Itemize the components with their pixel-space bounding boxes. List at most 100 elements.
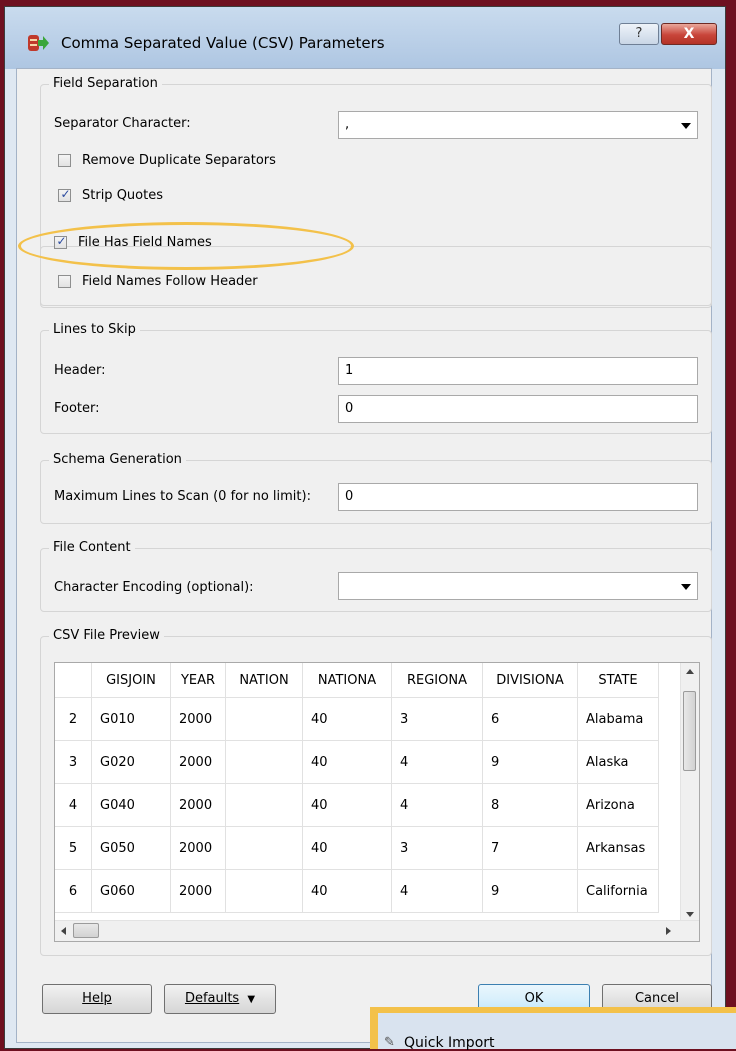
- close-icon: X: [683, 26, 695, 42]
- table-row[interactable]: 4 G040 2000 40 4 8 Arizona: [55, 783, 659, 827]
- checkbox-box[interactable]: [58, 154, 71, 167]
- table-cell[interactable]: 7: [482, 826, 578, 870]
- table-cell[interactable]: 9: [482, 869, 578, 913]
- column-header[interactable]: YEAR: [170, 663, 226, 698]
- header-skip-input[interactable]: 1: [338, 357, 698, 385]
- cancel-button-label: Cancel: [634, 991, 680, 1006]
- row-number: 3: [55, 740, 92, 784]
- separator-select[interactable]: ,: [338, 111, 698, 139]
- help-button-label: Help: [82, 991, 112, 1006]
- scroll-right-arrow-icon[interactable]: [666, 927, 671, 935]
- table-cell[interactable]: [225, 869, 303, 913]
- table-cell[interactable]: Arkansas: [577, 826, 659, 870]
- column-header[interactable]: REGIONA: [391, 663, 483, 698]
- max-lines-value: 0: [345, 489, 354, 504]
- max-lines-label: Maximum Lines to Scan (0 for no limit):: [54, 489, 311, 504]
- table-cell[interactable]: 8: [482, 783, 578, 827]
- row-number: 6: [55, 869, 92, 913]
- header-label: Header:: [54, 363, 106, 378]
- encoding-label: Character Encoding (optional):: [54, 580, 254, 595]
- row-number: 5: [55, 826, 92, 870]
- defaults-button[interactable]: Defaults ▼: [164, 984, 276, 1014]
- table-cell[interactable]: [225, 697, 303, 741]
- quick-import-window[interactable]: ✎ Quick Import: [378, 1013, 736, 1051]
- max-lines-input[interactable]: 0: [338, 483, 698, 511]
- csv-reader-icon: [28, 35, 49, 51]
- help-button[interactable]: Help: [42, 984, 152, 1014]
- table-cell[interactable]: 2000: [170, 869, 226, 913]
- table-cell[interactable]: G020: [91, 740, 171, 784]
- close-button[interactable]: X: [661, 23, 717, 45]
- table-cell[interactable]: Alaska: [577, 740, 659, 784]
- table-cell[interactable]: 4: [391, 783, 483, 827]
- scroll-down-arrow-icon[interactable]: [686, 912, 694, 917]
- footer-label: Footer:: [54, 401, 100, 416]
- table-cell[interactable]: G040: [91, 783, 171, 827]
- vertical-scrollbar[interactable]: [680, 663, 699, 923]
- table-cell[interactable]: [225, 783, 303, 827]
- table-cell[interactable]: 40: [302, 740, 392, 784]
- title-bar[interactable]: Comma Separated Value (CSV) Parameters ?…: [5, 7, 725, 69]
- separator-value: ,: [345, 117, 350, 132]
- table-cell[interactable]: G010: [91, 697, 171, 741]
- table-cell[interactable]: [225, 740, 303, 784]
- table-cell[interactable]: [225, 826, 303, 870]
- table-cell[interactable]: Arizona: [577, 783, 659, 827]
- ok-button-label: OK: [524, 991, 544, 1006]
- table-cell[interactable]: 40: [302, 783, 392, 827]
- scroll-up-arrow-icon[interactable]: [686, 669, 694, 674]
- vertical-scroll-thumb[interactable]: [683, 691, 696, 771]
- context-help-button[interactable]: ?: [619, 23, 659, 45]
- table-row[interactable]: 2 G010 2000 40 3 6 Alabama: [55, 697, 659, 741]
- table-row[interactable]: 6 G060 2000 40 4 9 California: [55, 869, 659, 913]
- table-cell[interactable]: Alabama: [577, 697, 659, 741]
- csv-preview-legend: CSV File Preview: [49, 628, 164, 643]
- table-cell[interactable]: 40: [302, 869, 392, 913]
- table-cell[interactable]: 9: [482, 740, 578, 784]
- wrench-icon: ✎: [384, 1035, 395, 1050]
- checkbox-box[interactable]: [58, 275, 71, 288]
- table-header-row: GISJOIN YEAR NATION NATIONA REGIONA DIVI…: [55, 663, 659, 698]
- table-cell[interactable]: 2000: [170, 783, 226, 827]
- table-cell[interactable]: G060: [91, 869, 171, 913]
- table-cell[interactable]: 40: [302, 697, 392, 741]
- horizontal-scrollbar[interactable]: [55, 920, 699, 941]
- table-row[interactable]: 5 G050 2000 40 3 7 Arkansas: [55, 826, 659, 870]
- table-cell[interactable]: G050: [91, 826, 171, 870]
- table-cell[interactable]: 2000: [170, 740, 226, 784]
- table-cell[interactable]: 2000: [170, 826, 226, 870]
- footer-skip-input[interactable]: 0: [338, 395, 698, 423]
- table-row[interactable]: 3 G020 2000 40 4 9 Alaska: [55, 740, 659, 784]
- lines-to-skip-legend: Lines to Skip: [49, 322, 140, 337]
- encoding-select[interactable]: [338, 572, 698, 600]
- dropdown-arrow-icon[interactable]: [681, 123, 691, 129]
- column-header[interactable]: NATION: [225, 663, 303, 698]
- column-header[interactable]: DIVISIONA: [482, 663, 578, 698]
- table-cell[interactable]: 40: [302, 826, 392, 870]
- question-icon: ?: [635, 26, 643, 41]
- horizontal-scroll-thumb[interactable]: [73, 923, 99, 938]
- preview-table[interactable]: GISJOIN YEAR NATION NATIONA REGIONA DIVI…: [54, 662, 700, 942]
- caret-down-icon: ▼: [247, 994, 256, 1005]
- table-cell[interactable]: 6: [482, 697, 578, 741]
- table-cell[interactable]: 4: [391, 740, 483, 784]
- scroll-left-arrow-icon[interactable]: [61, 927, 66, 935]
- table-cell[interactable]: 3: [391, 826, 483, 870]
- checkmark-icon: ✓: [60, 187, 71, 201]
- table-cell[interactable]: 2000: [170, 697, 226, 741]
- table-cell[interactable]: 3: [391, 697, 483, 741]
- table-cell[interactable]: California: [577, 869, 659, 913]
- column-header[interactable]: STATE: [577, 663, 659, 698]
- checkbox-box[interactable]: ✓: [58, 187, 71, 202]
- row-number: 2: [55, 697, 92, 741]
- table-cell[interactable]: 4: [391, 869, 483, 913]
- column-header[interactable]: NATIONA: [302, 663, 392, 698]
- column-header[interactable]: GISJOIN: [91, 663, 171, 698]
- dropdown-arrow-icon[interactable]: [681, 584, 691, 590]
- field-separation-legend: Field Separation: [49, 76, 162, 91]
- strip-quotes-label: Strip Quotes: [82, 188, 163, 203]
- field-names-follow-header-label: Field Names Follow Header: [82, 274, 258, 289]
- highlight-ellipse: [18, 222, 354, 270]
- column-header[interactable]: [55, 663, 92, 698]
- schema-generation-legend: Schema Generation: [49, 452, 186, 467]
